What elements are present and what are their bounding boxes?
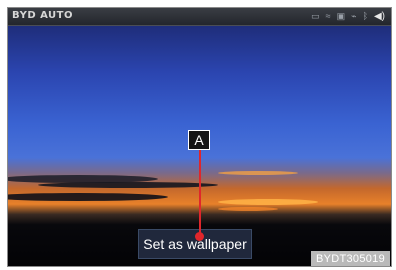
sd-card-icon: ▣ bbox=[336, 11, 346, 21]
status-bar: BYD AUTO ▭ ≈ ▣ ⌁ ᛒ ◀) bbox=[8, 8, 391, 26]
callout-label: A bbox=[188, 130, 210, 150]
brand-logo: BYD AUTO bbox=[12, 10, 73, 21]
callout-dot bbox=[195, 232, 204, 241]
usb-icon: ⌁ bbox=[351, 11, 357, 21]
wifi-icon: ≈ bbox=[325, 11, 331, 21]
screen-icon: ▭ bbox=[311, 11, 320, 21]
bluetooth-icon: ᛒ bbox=[362, 11, 368, 21]
volume-icon[interactable]: ◀) bbox=[374, 9, 385, 24]
callout-line bbox=[199, 143, 201, 237]
status-icons: ▭ ≈ ▣ ⌁ ᛒ ◀) bbox=[311, 9, 385, 24]
reference-code: BYDT305019 bbox=[311, 251, 390, 266]
